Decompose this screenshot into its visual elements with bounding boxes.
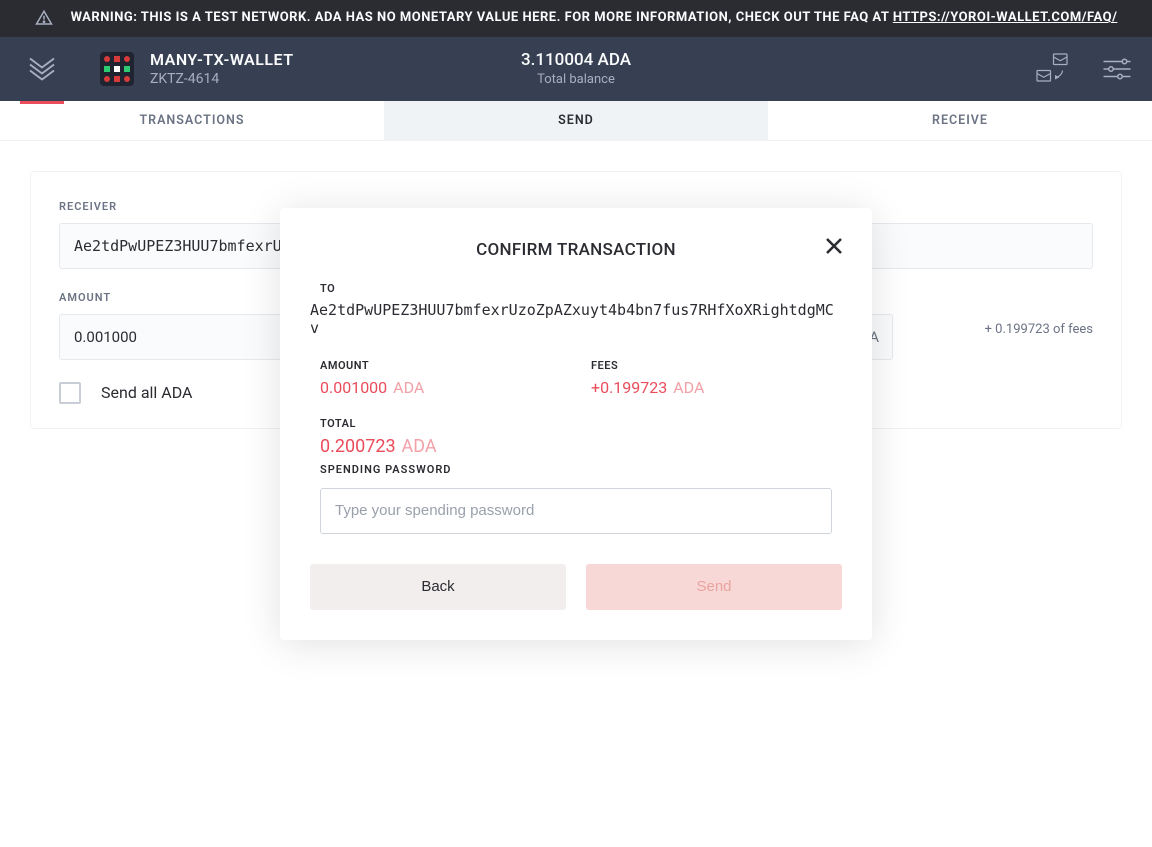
logo-active-indicator — [20, 101, 64, 104]
warning-text: WARNING: THIS IS A TEST NETWORK. ADA HAS… — [71, 8, 1118, 29]
balance-label: Total balance — [521, 72, 631, 87]
wallet-name: MANY-TX-WALLET — [150, 50, 294, 69]
tab-send[interactable]: SEND — [384, 101, 768, 140]
wallet-identity[interactable]: MANY-TX-WALLET ZKTZ-4614 — [100, 50, 294, 87]
modal-fees-value: +0.199723 ADA — [591, 378, 832, 397]
tab-transactions[interactable]: TRANSACTIONS — [0, 101, 384, 140]
transfer-icon[interactable] — [1034, 51, 1070, 87]
modal-to-address: Ae2tdPwUPEZ3HUU7bmfexrUzoZpAZxuyt4b4bn7f… — [310, 301, 842, 337]
spending-password-input[interactable] — [320, 488, 832, 534]
faq-link[interactable]: HTTPS://YOROI-WALLET.COM/FAQ/ — [893, 10, 1118, 25]
settings-sliders-icon[interactable] — [1102, 57, 1132, 81]
tab-receive[interactable]: RECEIVE — [768, 101, 1152, 140]
warning-text-pre: WARNING: THIS IS A TEST NETWORK. ADA HAS… — [71, 10, 893, 25]
fees-hint: + 0.199723 of fees — [913, 322, 1093, 337]
send-all-checkbox[interactable] — [59, 382, 81, 404]
wallet-tabs: TRANSACTIONS SEND RECEIVE — [0, 101, 1152, 141]
modal-total-value: 0.200723 ADA — [320, 436, 832, 457]
send-all-label: Send all ADA — [101, 383, 192, 402]
app-header: MANY-TX-WALLET ZKTZ-4614 3.110004 ADA To… — [0, 37, 1152, 101]
wallet-identicon — [100, 52, 134, 86]
modal-amount-value: 0.001000 ADA — [320, 378, 561, 397]
modal-title: CONFIRM TRANSACTION — [310, 240, 842, 260]
modal-close-button[interactable] — [824, 236, 844, 256]
back-button[interactable]: Back — [310, 564, 566, 610]
spending-password-label: SPENDING PASSWORD — [320, 463, 832, 476]
modal-total-label: TOTAL — [320, 417, 832, 430]
wallet-code: ZKTZ-4614 — [150, 71, 294, 87]
yoroi-logo[interactable] — [20, 54, 64, 84]
test-network-warning-bar: WARNING: THIS IS A TEST NETWORK. ADA HAS… — [0, 0, 1152, 37]
send-button[interactable]: Send — [586, 564, 842, 610]
confirm-transaction-modal: CONFIRM TRANSACTION TO Ae2tdPwUPEZ3HUU7b… — [280, 208, 872, 640]
total-balance: 3.110004 ADA Total balance — [521, 50, 631, 87]
warning-triangle-icon — [35, 9, 53, 27]
modal-to-label: TO — [320, 282, 832, 295]
modal-fees-label: FEES — [591, 359, 832, 372]
modal-amount-label: AMOUNT — [320, 359, 561, 372]
balance-amount: 3.110004 ADA — [521, 50, 631, 70]
close-icon — [824, 236, 844, 256]
